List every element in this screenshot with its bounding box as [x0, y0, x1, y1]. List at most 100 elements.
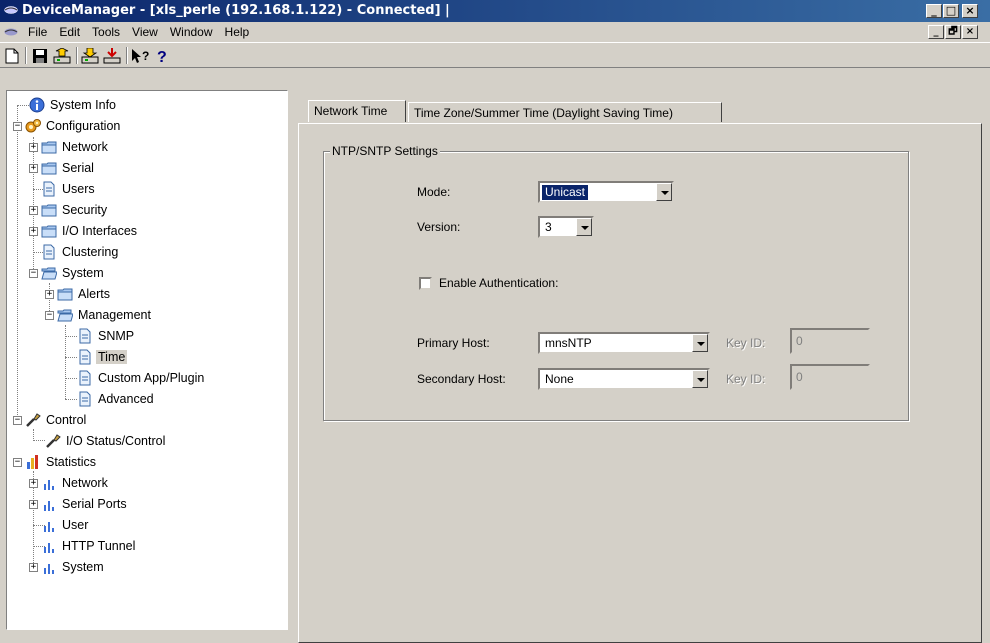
- minimize-button[interactable]: _: [926, 4, 942, 18]
- tree-item-stat-system[interactable]: System: [41, 558, 106, 576]
- tree-item-network[interactable]: Network: [41, 138, 110, 156]
- primary-host-value: mnsNTP: [545, 336, 592, 350]
- menu-edit[interactable]: Edit: [53, 25, 86, 39]
- mdi-restore-button[interactable]: 🗗: [945, 25, 961, 39]
- tree-item-stat-serial-ports[interactable]: Serial Ports: [41, 495, 129, 513]
- tab-time-zone[interactable]: Time Zone/Summer Time (Daylight Saving T…: [408, 102, 722, 122]
- tree-item-time[interactable]: Time: [77, 348, 128, 366]
- tree-item-system[interactable]: System: [41, 264, 106, 282]
- menu-window[interactable]: Window: [164, 25, 219, 39]
- download-icon: [81, 48, 99, 64]
- open-folder-icon: [41, 267, 57, 280]
- download-button[interactable]: [80, 46, 100, 66]
- export-icon: [103, 48, 121, 64]
- tree-item-clustering[interactable]: Clustering: [41, 243, 120, 261]
- expander-management[interactable]: −: [45, 311, 54, 320]
- primary-host-dropdown[interactable]: mnsNTP: [538, 332, 710, 354]
- tree-item-custom-app[interactable]: Custom App/Plugin: [77, 369, 206, 387]
- menu-file[interactable]: File: [22, 25, 53, 39]
- navigation-tree[interactable]: − + + + + − + − − − + + + System Info Co…: [6, 90, 288, 630]
- folder-icon: [41, 225, 57, 238]
- mode-dropdown[interactable]: Unicast: [538, 181, 674, 203]
- expander-security[interactable]: +: [29, 206, 38, 215]
- mode-label: Mode:: [417, 185, 451, 199]
- mdi-close-button[interactable]: ×: [962, 25, 978, 39]
- save-icon: [33, 49, 47, 63]
- expander-stat-network[interactable]: +: [29, 479, 38, 488]
- tree-item-io-status[interactable]: I/O Status/Control: [45, 432, 167, 450]
- tree-item-management[interactable]: Management: [57, 306, 153, 324]
- document-menu-icon[interactable]: [4, 27, 18, 37]
- expander-network[interactable]: +: [29, 143, 38, 152]
- primary-key-id-label: Key ID:: [726, 336, 766, 350]
- tree-item-control[interactable]: Control: [25, 411, 88, 429]
- version-value: 3: [545, 220, 552, 234]
- bar-chart-icon: [44, 480, 54, 490]
- enable-authentication-checkbox[interactable]: [419, 277, 432, 290]
- secondary-host-dropdown[interactable]: None: [538, 368, 710, 390]
- svg-text:?: ?: [157, 49, 167, 64]
- save-button[interactable]: [30, 46, 50, 66]
- tree-item-alerts[interactable]: Alerts: [57, 285, 112, 303]
- expander-stat-system[interactable]: +: [29, 563, 38, 572]
- bar-chart-icon: [44, 501, 54, 511]
- bar-chart-icon: [44, 564, 54, 574]
- tree-item-stat-user[interactable]: User: [41, 516, 90, 534]
- close-button[interactable]: ×: [962, 4, 978, 18]
- secondary-key-id-field[interactable]: 0: [790, 364, 870, 390]
- expander-stat-serial-ports[interactable]: +: [29, 500, 38, 509]
- expander-control[interactable]: −: [13, 416, 22, 425]
- tree-item-advanced[interactable]: Advanced: [77, 390, 156, 408]
- export-button[interactable]: [102, 46, 122, 66]
- title-bar[interactable]: DeviceManager - [xls_perle (192.168.1.12…: [0, 0, 990, 22]
- configuration-gears-icon: [25, 119, 41, 133]
- document-icon: [79, 349, 91, 365]
- svg-text:?: ?: [142, 49, 149, 63]
- tree-item-serial[interactable]: Serial: [41, 159, 96, 177]
- tree-item-configuration[interactable]: Configuration: [25, 117, 122, 135]
- expander-serial[interactable]: +: [29, 164, 38, 173]
- tree-item-users[interactable]: Users: [41, 180, 97, 198]
- menu-bar: File Edit Tools View Window Help: [0, 22, 990, 42]
- folder-icon: [41, 204, 57, 217]
- whats-this-help-button[interactable]: ?: [130, 46, 150, 66]
- tree-item-security[interactable]: Security: [41, 201, 109, 219]
- primary-host-label: Primary Host:: [417, 336, 490, 350]
- version-label: Version:: [417, 220, 461, 234]
- expander-io-interfaces[interactable]: +: [29, 227, 38, 236]
- expander-configuration[interactable]: −: [13, 122, 22, 131]
- info-icon: [29, 97, 45, 113]
- expander-system[interactable]: −: [29, 269, 38, 278]
- upload-button[interactable]: [52, 46, 72, 66]
- menu-help[interactable]: Help: [219, 25, 256, 39]
- document-icon: [79, 370, 91, 386]
- tree-item-system-info[interactable]: System Info: [29, 96, 118, 114]
- secondary-key-id-label: Key ID:: [726, 372, 766, 386]
- expander-statistics[interactable]: −: [13, 458, 22, 467]
- primary-key-id-field[interactable]: 0: [790, 328, 870, 354]
- version-dropdown[interactable]: 3: [538, 216, 594, 238]
- chevron-down-icon[interactable]: [692, 334, 708, 352]
- menu-tools[interactable]: Tools: [86, 25, 126, 39]
- expander-alerts[interactable]: +: [45, 290, 54, 299]
- chevron-down-icon[interactable]: [576, 218, 592, 236]
- help-button[interactable]: ?: [152, 46, 172, 66]
- menu-view[interactable]: View: [126, 25, 164, 39]
- document-icon: [43, 181, 55, 197]
- maximize-button[interactable]: □: [943, 4, 959, 18]
- chevron-down-icon[interactable]: [656, 183, 672, 201]
- tree-item-statistics[interactable]: Statistics: [25, 453, 98, 471]
- tree-item-stat-http-tunnel[interactable]: HTTP Tunnel: [41, 537, 137, 555]
- tree-item-snmp[interactable]: SNMP: [77, 327, 136, 345]
- tree-item-stat-network[interactable]: Network: [41, 474, 110, 492]
- mdi-minimize-button[interactable]: _: [928, 25, 944, 39]
- tree-item-io-interfaces[interactable]: I/O Interfaces: [41, 222, 139, 240]
- folder-icon: [41, 162, 57, 175]
- chevron-down-icon[interactable]: [692, 370, 708, 388]
- tab-network-time[interactable]: Network Time: [308, 100, 406, 122]
- secondary-host-value: None: [545, 372, 574, 386]
- help-icon: ?: [157, 49, 167, 64]
- enable-authentication-label[interactable]: Enable Authentication:: [439, 276, 558, 290]
- new-button[interactable]: [2, 46, 22, 66]
- document-icon: [43, 244, 55, 260]
